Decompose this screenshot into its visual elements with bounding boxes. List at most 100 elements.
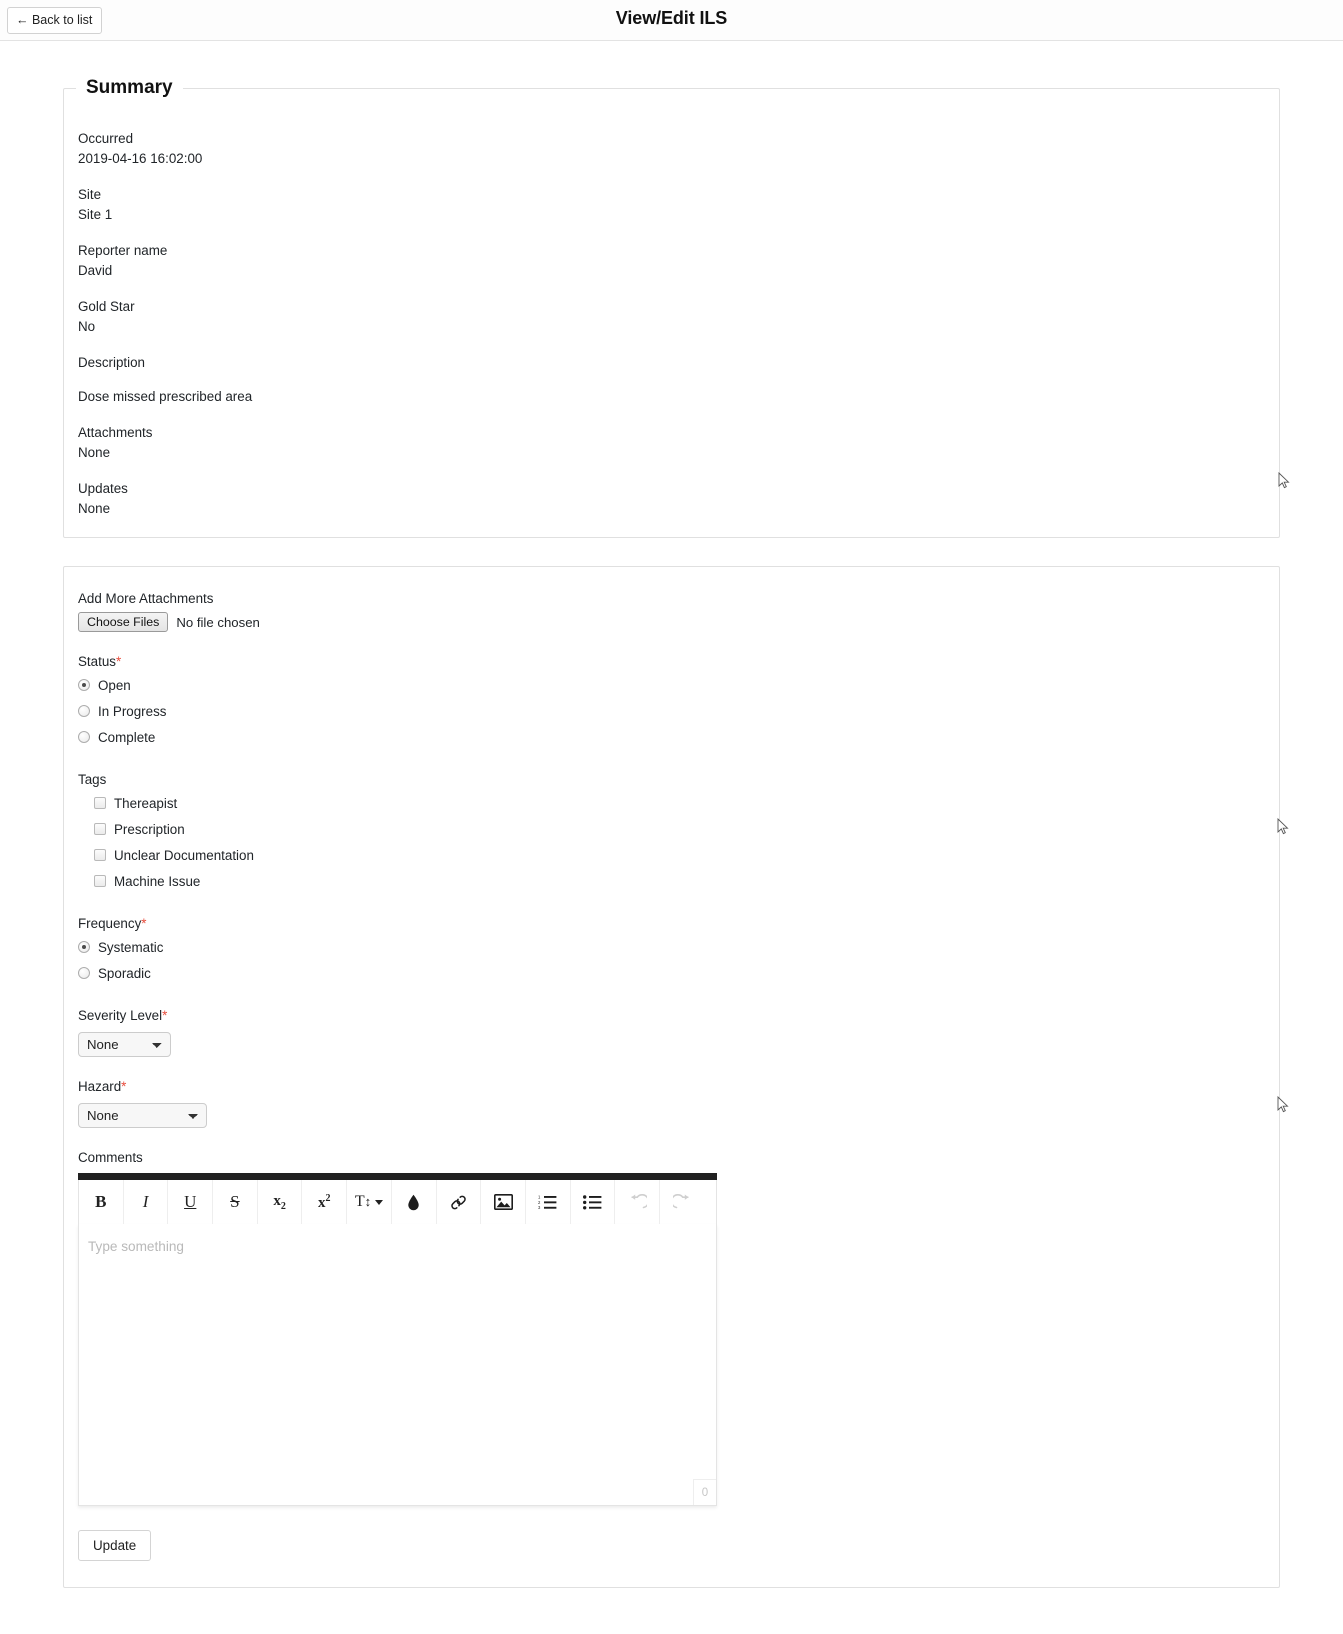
file-input-row[interactable]: Choose Files No file chosen	[78, 612, 1279, 632]
tags-group: Tags Thereapist Prescription Unclear Doc…	[78, 770, 1279, 894]
summary-field-site: Site Site 1	[78, 185, 1279, 225]
field-label: Attachments	[78, 425, 153, 440]
bold-icon[interactable]: B	[79, 1180, 124, 1224]
tag-option-unclear-documentation[interactable]: Unclear Documentation	[78, 842, 1279, 868]
option-label: Prescription	[114, 821, 185, 837]
subscript-icon[interactable]: x2	[257, 1180, 303, 1224]
status-label: Status*	[78, 654, 122, 669]
comments-group: Comments B I U S x2 x2 T ↕ 1 2 3 Type so…	[78, 1148, 1279, 1506]
summary-field-attachments: Attachments None	[78, 423, 1279, 463]
hazard-select[interactable]: None	[78, 1103, 207, 1128]
summary-field-reporter-name: Reporter name David	[78, 241, 1279, 281]
text-color-icon[interactable]	[391, 1180, 437, 1224]
image-icon[interactable]	[481, 1180, 526, 1224]
edit-form-panel: Add More Attachments Choose Files No fil…	[63, 566, 1280, 1588]
checkbox-icon[interactable]	[94, 823, 106, 835]
svg-text:1: 1	[538, 1195, 541, 1199]
underline-icon[interactable]: U	[168, 1180, 214, 1224]
choose-files-button[interactable]: Choose Files	[78, 612, 169, 632]
file-status-text: No file chosen	[176, 614, 260, 630]
required-marker: *	[162, 1008, 168, 1023]
tag-option-prescription[interactable]: Prescription	[78, 816, 1279, 842]
option-label: Thereapist	[114, 795, 178, 811]
numbered-list-shape: 1 2 3	[538, 1195, 557, 1210]
editor-top-accent-bar	[78, 1173, 717, 1180]
radio-icon[interactable]	[78, 967, 90, 979]
summary-field-description: Description Dose missed prescribed area	[78, 353, 1279, 407]
summary-legend: Summary	[86, 77, 173, 98]
status-option-open[interactable]: Open	[78, 672, 1279, 698]
update-button[interactable]: Update	[78, 1530, 152, 1561]
field-value: None	[78, 445, 111, 460]
status-group: Status* Open In Progress Complete	[78, 652, 1279, 750]
frequency-group: Frequency* Systematic Sporadic	[78, 914, 1279, 986]
svg-text:2: 2	[538, 1199, 541, 1204]
bullet-list-shape	[582, 1194, 602, 1209]
severity-level-select[interactable]: None	[78, 1032, 171, 1057]
chevron-down-icon	[375, 1199, 384, 1205]
redo-icon[interactable]	[659, 1180, 705, 1224]
comments-label: Comments	[78, 1150, 143, 1165]
frequency-option-sporadic[interactable]: Sporadic	[78, 960, 1279, 986]
rich-text-editor: B I U S x2 x2 T ↕ 1 2 3 Type something 0	[78, 1173, 717, 1506]
tags-label: Tags	[78, 772, 107, 787]
radio-icon[interactable]	[78, 679, 90, 691]
severity-level-group: Severity Level* None	[78, 1006, 1279, 1057]
unordered-list-icon[interactable]	[570, 1180, 616, 1224]
tag-option-thereapist[interactable]: Thereapist	[78, 790, 1279, 816]
checkbox-icon[interactable]	[94, 849, 106, 861]
field-label: Gold Star	[78, 299, 135, 314]
radio-icon[interactable]	[78, 731, 90, 743]
font-size-icon[interactable]: T ↕	[347, 1180, 392, 1224]
character-count: 0	[693, 1479, 716, 1505]
hazard-group: Hazard* None	[78, 1077, 1279, 1128]
field-value: 2019-04-16 16:02:00	[78, 151, 203, 166]
field-value: None	[78, 501, 111, 516]
option-label: Sporadic	[98, 965, 151, 981]
required-marker: *	[121, 1079, 127, 1094]
undo-icon[interactable]	[615, 1180, 660, 1224]
option-label: Systematic	[98, 939, 164, 955]
editor-toolbar: B I U S x2 x2 T ↕ 1 2 3	[78, 1180, 717, 1224]
strikethrough-icon[interactable]: S	[213, 1180, 258, 1224]
checkbox-icon[interactable]	[94, 875, 106, 887]
field-label: Description	[78, 355, 145, 370]
summary-field-occurred: Occurred 2019-04-16 16:02:00	[78, 129, 1279, 169]
picture-shape	[493, 1194, 513, 1210]
undo-arrow-shape	[630, 1193, 647, 1208]
field-label: Reporter name	[78, 243, 168, 258]
summary-panel: Summary Occurred 2019-04-16 16:02:00 Sit…	[63, 77, 1280, 538]
radio-icon[interactable]	[78, 941, 90, 953]
page-content: Summary Occurred 2019-04-16 16:02:00 Sit…	[63, 41, 1280, 1588]
superscript-icon[interactable]: x2	[302, 1180, 348, 1224]
editor-placeholder: Type something	[88, 1239, 184, 1254]
frequency-label: Frequency*	[78, 916, 147, 931]
summary-field-gold-star: Gold Star No	[78, 297, 1279, 337]
italic-icon[interactable]: I	[123, 1180, 169, 1224]
field-label: Updates	[78, 481, 128, 496]
option-label: Unclear Documentation	[114, 847, 254, 863]
option-label: Open	[98, 677, 131, 693]
drop-shape	[408, 1194, 419, 1210]
summary-field-updates: Updates None	[78, 479, 1279, 519]
hazard-label: Hazard*	[78, 1079, 127, 1094]
status-option-complete[interactable]: Complete	[78, 724, 1279, 750]
required-marker: *	[141, 916, 147, 931]
chain-shape	[451, 1195, 466, 1209]
status-option-in-progress[interactable]: In Progress	[78, 698, 1279, 724]
field-label: Occurred	[78, 131, 134, 146]
frequency-option-systematic[interactable]: Systematic	[78, 934, 1279, 960]
ordered-list-icon[interactable]: 1 2 3	[525, 1180, 571, 1224]
option-label: Complete	[98, 729, 156, 745]
page-title: View/Edit ILS	[615, 8, 728, 28]
radio-icon[interactable]	[78, 705, 90, 717]
field-value: Dose missed prescribed area	[78, 389, 253, 404]
top-bar: ← Back to list View/Edit ILS	[0, 0, 1343, 41]
link-icon[interactable]	[436, 1180, 482, 1224]
tag-option-machine-issue[interactable]: Machine Issue	[78, 868, 1279, 894]
checkbox-icon[interactable]	[94, 797, 106, 809]
required-marker: *	[115, 654, 122, 669]
comments-editor-area[interactable]: Type something 0	[78, 1224, 717, 1506]
option-label: Machine Issue	[114, 873, 201, 889]
field-label: Site	[78, 187, 102, 202]
